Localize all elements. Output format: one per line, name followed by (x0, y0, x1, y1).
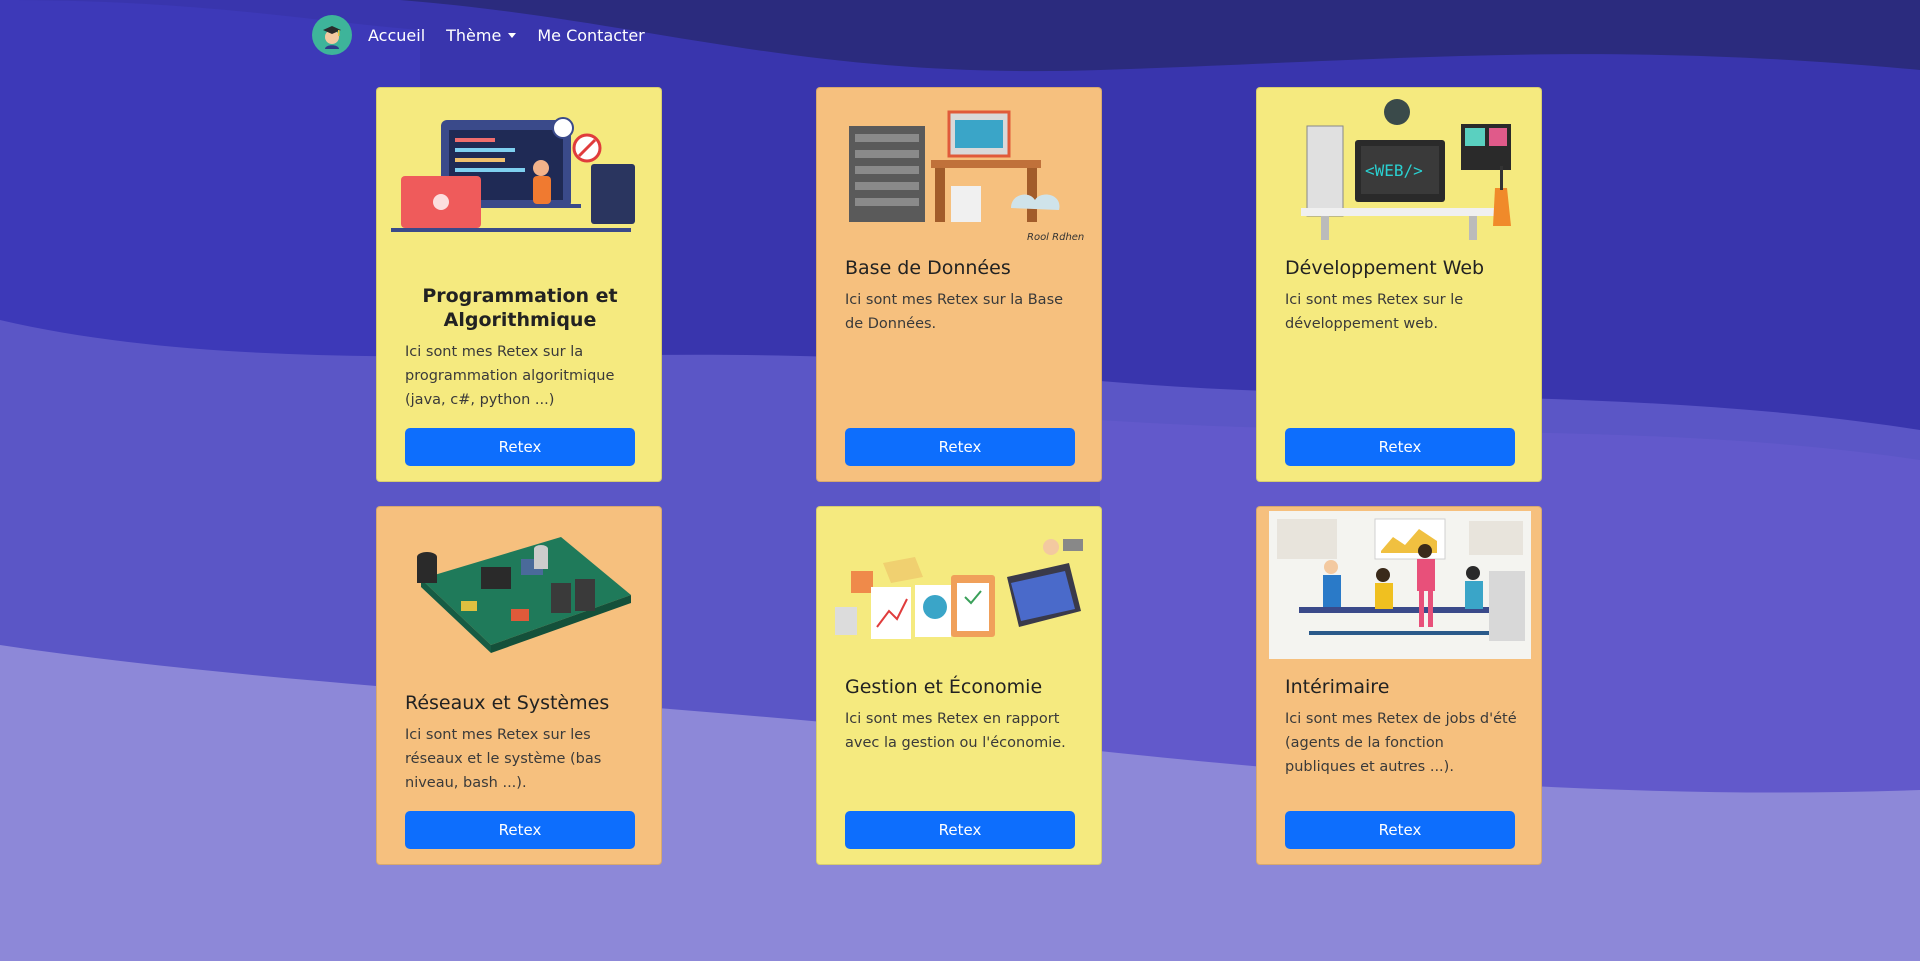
retex-button-gestion[interactable]: Retex (845, 811, 1075, 849)
retex-button-base-de-donnees[interactable]: Retex (845, 428, 1075, 466)
nav-accueil[interactable]: Accueil (368, 26, 425, 45)
card-text: Ici sont mes Retex sur la programmation … (405, 344, 615, 408)
business-illustration-icon (835, 539, 1083, 639)
card-text: Ici sont mes Retex sur la Base de Donnée… (845, 292, 1064, 332)
card-title: Base de Données (845, 257, 1011, 279)
database-illustration-icon: Rool Rdhen (849, 110, 1084, 243)
retex-button-interimaire[interactable]: Retex (1285, 811, 1515, 849)
nav-theme-label: Thème (446, 25, 502, 45)
caret-down-icon (508, 32, 517, 38)
programming-illustration-icon (391, 117, 635, 232)
signature: Rool Rdhen (1027, 232, 1084, 243)
retex-button-reseaux[interactable]: Retex (405, 811, 635, 849)
card-reseaux-systemes: Réseaux et Systèmes Ici sont mes Retex s… (376, 506, 662, 865)
retex-button-programmation[interactable]: Retex (405, 428, 635, 466)
team-meeting-illustration-icon (1269, 511, 1531, 659)
nav-theme-dropdown[interactable]: Thème (446, 25, 517, 45)
card-text: Ici sont mes Retex de jobs d'été (agents… (1285, 711, 1517, 775)
card-title: Développement Web (1285, 257, 1485, 279)
card-text: Ici sont mes Retex en rapport avec la ge… (845, 711, 1066, 751)
navbar: Accueil Thème Me Contacter (312, 14, 666, 56)
avatar[interactable] (312, 15, 352, 55)
nav-contact[interactable]: Me Contacter (537, 26, 644, 45)
card-title: Réseaux et Systèmes (405, 692, 610, 714)
card-programmation: Programmation et Algorithmique Ici sont … (376, 87, 662, 482)
card-title: Programmation et Algorithmique (422, 285, 618, 331)
card-text: Ici sont mes Retex sur les réseaux et le… (405, 727, 602, 791)
card-gestion-economie: Gestion et Économie Ici sont mes Retex e… (816, 506, 1102, 865)
card-base-de-donnees: Rool Rdhen Base de Données Ici sont mes … (816, 87, 1102, 482)
web-development-illustration-icon: <WEB/> (1301, 99, 1511, 240)
retex-button-developpement-web[interactable]: Retex (1285, 428, 1515, 466)
circuit-board-illustration-icon (417, 537, 631, 653)
card-developpement-web: <WEB/> Développement Web Ici sont mes Re… (1256, 87, 1542, 482)
card-title: Intérimaire (1285, 676, 1390, 698)
card-text: Ici sont mes Retex sur le développement … (1285, 292, 1464, 332)
graduate-avatar-icon (323, 26, 341, 49)
card-title: Gestion et Économie (845, 676, 1043, 698)
card-interimaire: Intérimaire Ici sont mes Retex de jobs d… (1256, 506, 1542, 865)
web-screen-text: <WEB/> (1365, 161, 1423, 180)
